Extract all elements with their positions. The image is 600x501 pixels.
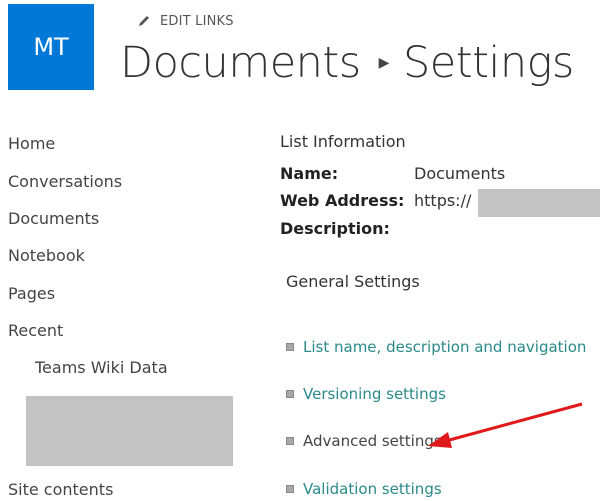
- list-information-heading: List Information: [280, 132, 406, 151]
- triangle-right-icon: ▶: [378, 55, 390, 71]
- web-address-label: Web Address:: [280, 191, 405, 210]
- bullet-icon: [286, 343, 294, 351]
- pencil-icon: [139, 16, 149, 26]
- link-list-name-description-navigation[interactable]: List name, description and navigation: [280, 338, 586, 356]
- link-validation-settings[interactable]: Validation settings: [280, 480, 442, 498]
- web-address-value: https://: [414, 191, 472, 210]
- description-label: Description:: [280, 219, 390, 238]
- general-settings-heading: General Settings: [286, 272, 420, 291]
- breadcrumb-documents[interactable]: Documents: [120, 38, 361, 88]
- sidebar-item-pages[interactable]: Pages: [8, 284, 55, 303]
- sidebar-item-documents[interactable]: Documents: [8, 209, 99, 228]
- edit-links-button[interactable]: EDIT LINKS: [136, 13, 234, 29]
- link-label: Validation settings: [303, 480, 442, 498]
- sidebar-item-conversations[interactable]: Conversations: [8, 172, 122, 191]
- sidebar-item-teams-wiki-data[interactable]: Teams Wiki Data: [35, 358, 168, 377]
- sidebar-item-site-contents[interactable]: Site contents: [8, 480, 113, 499]
- site-logo[interactable]: MT: [8, 4, 94, 90]
- bullet-icon: [286, 390, 294, 398]
- sidebar-item-recent[interactable]: Recent: [8, 321, 63, 340]
- redacted-region: [26, 396, 233, 466]
- page-title: Documents ▶ Settings: [120, 38, 574, 88]
- red-arrow-annotation-icon: [428, 402, 583, 448]
- redacted-url: [478, 189, 600, 217]
- breadcrumb-settings: Settings: [402, 38, 574, 88]
- name-label: Name:: [280, 164, 339, 183]
- edit-links-label: EDIT LINKS: [160, 13, 234, 29]
- sidebar-item-notebook[interactable]: Notebook: [8, 246, 85, 265]
- sidebar-item-home[interactable]: Home: [8, 134, 55, 153]
- name-value: Documents: [414, 164, 506, 183]
- bullet-icon: [286, 437, 294, 445]
- bullet-icon: [286, 485, 294, 493]
- site-logo-initials: MT: [33, 33, 69, 61]
- link-label: List name, description and navigation: [303, 338, 587, 356]
- link-advanced-settings[interactable]: Advanced settings: [280, 432, 442, 450]
